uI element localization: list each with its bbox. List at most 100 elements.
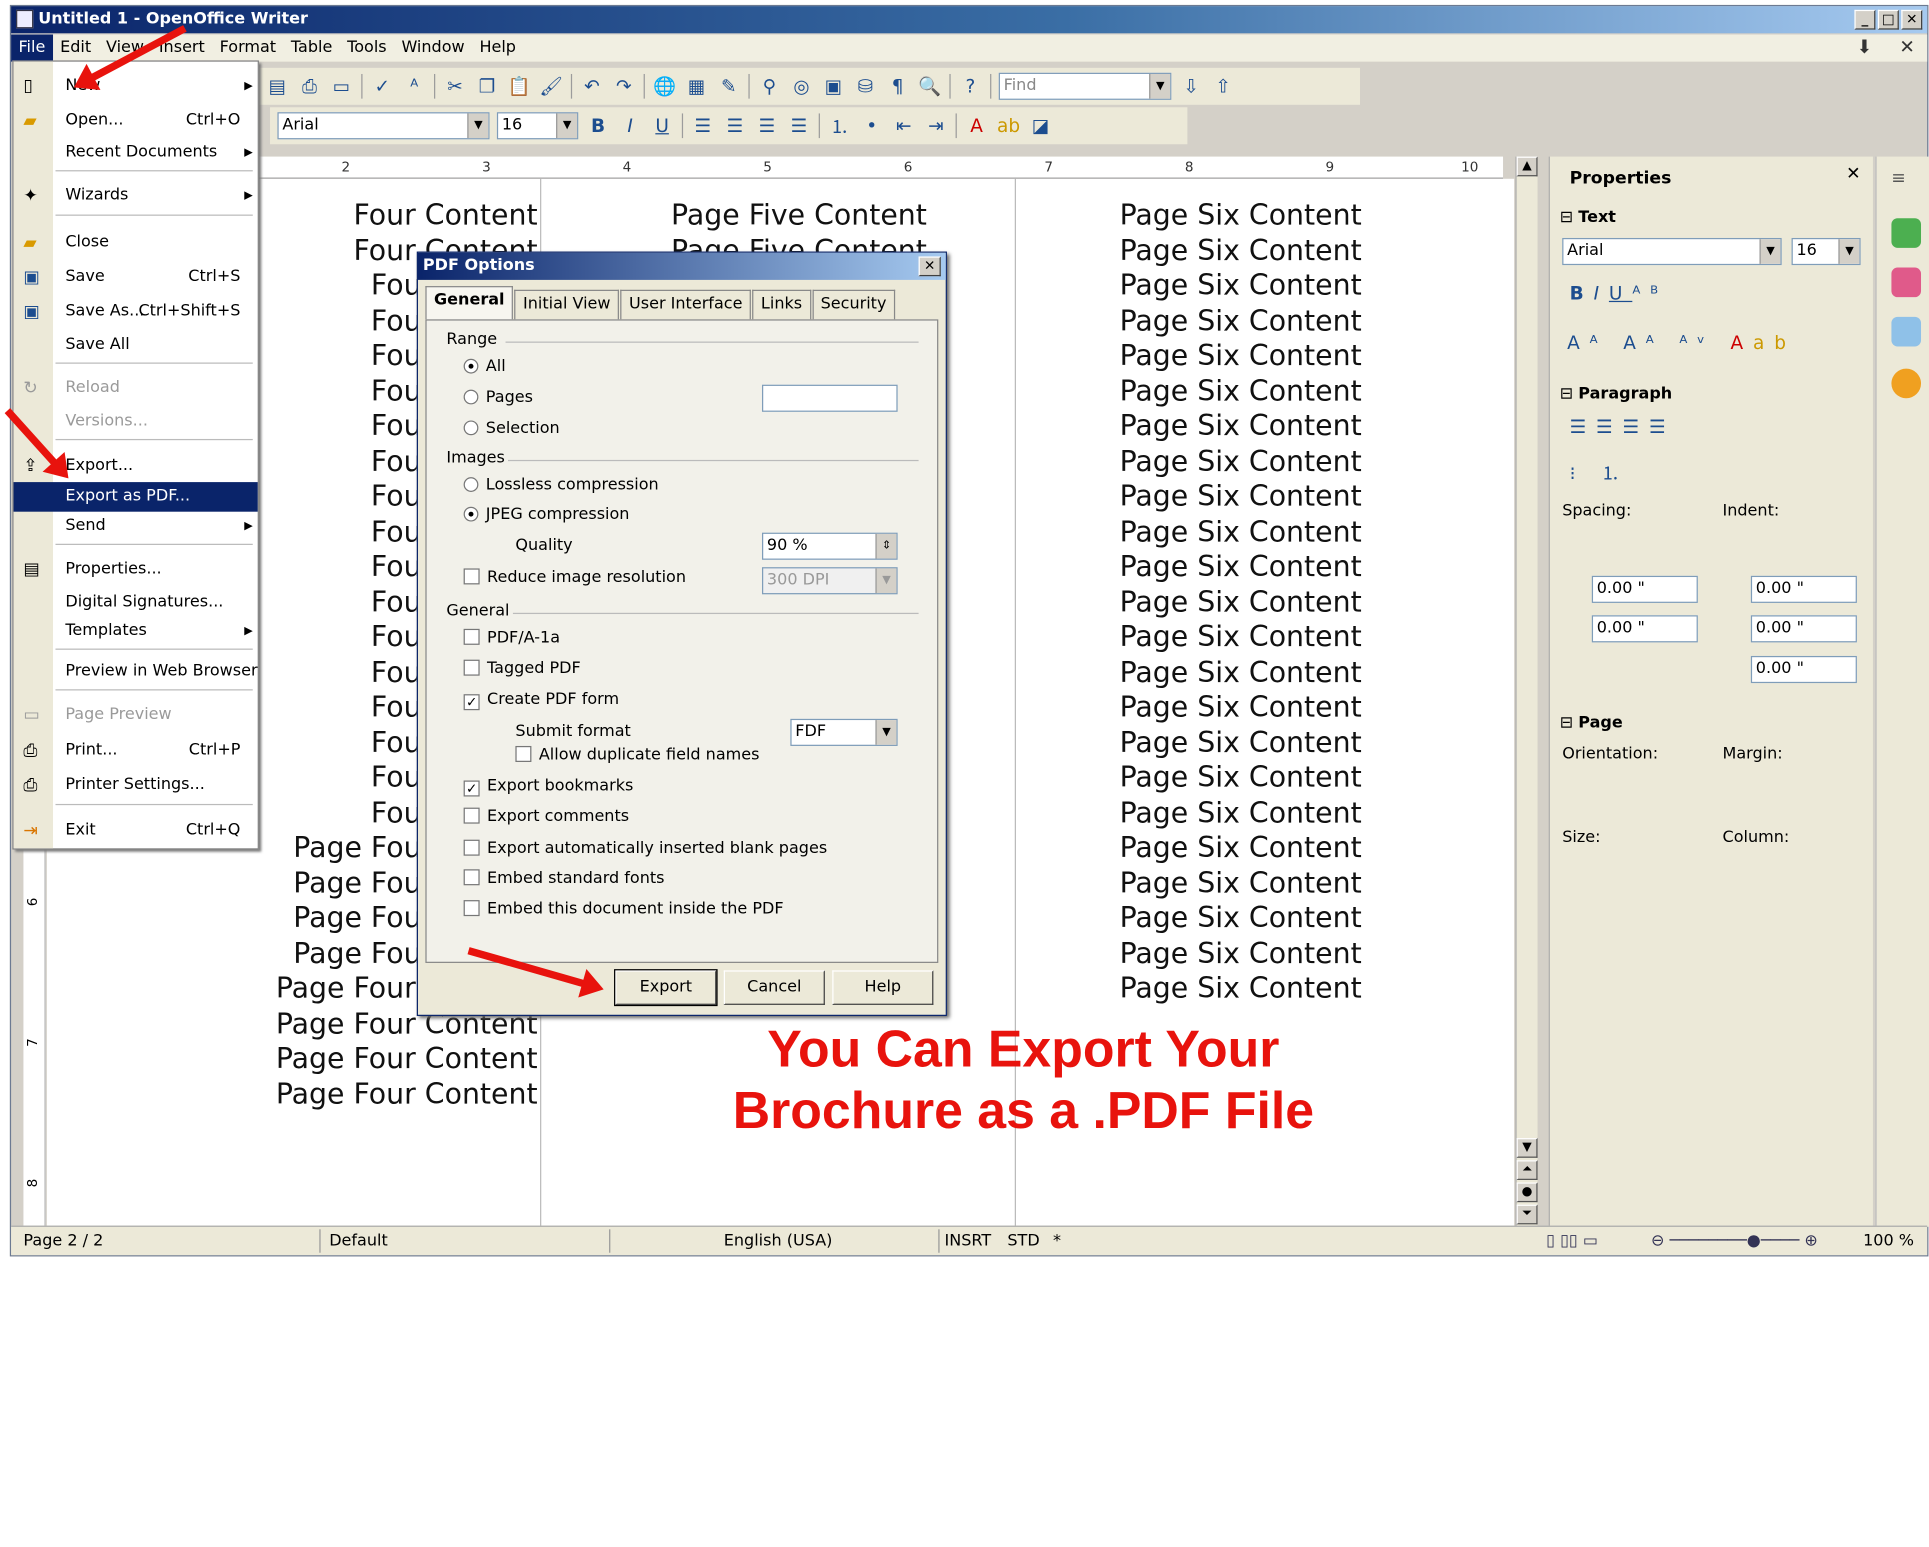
align-center-icon[interactable]: ☰ bbox=[723, 113, 748, 138]
previous-page-icon[interactable]: ⏶ bbox=[1516, 1160, 1538, 1180]
tab-user-interface[interactable]: User Interface bbox=[620, 289, 752, 320]
cancel-button[interactable]: Cancel bbox=[723, 970, 825, 1005]
gallery-deck-icon[interactable] bbox=[1891, 316, 1922, 347]
hyperlink-icon[interactable]: 🌐 bbox=[652, 74, 677, 99]
help-button[interactable]: Help bbox=[832, 970, 934, 1005]
pdfa-checkbox[interactable]: PDF/A-1a bbox=[463, 628, 560, 647]
embed-document-checkbox[interactable]: Embed this document inside the PDF bbox=[463, 900, 784, 919]
submit-format-select[interactable]: FDF ▼ bbox=[790, 718, 898, 746]
zoom-icon[interactable]: 🔍 bbox=[917, 74, 942, 99]
text-style-icons[interactable]: BIUᴬᴮ bbox=[1570, 282, 1668, 304]
menu-item-new[interactable]: ▯New▶ bbox=[14, 72, 258, 102]
underline-icon[interactable]: U bbox=[650, 113, 675, 138]
zoom-slider[interactable]: ⊖ ────────●──── ⊕ bbox=[1651, 1232, 1818, 1250]
pages-input[interactable] bbox=[761, 384, 898, 412]
minimize-button[interactable]: _ bbox=[1854, 9, 1876, 30]
decrease-indent-icon[interactable]: ⇤ bbox=[891, 113, 916, 138]
properties-deck-icon[interactable] bbox=[1891, 218, 1922, 248]
background-color-icon[interactable]: ◪ bbox=[1028, 113, 1053, 138]
range-all-radio[interactable]: All bbox=[463, 358, 506, 376]
print-icon[interactable]: ⎙ bbox=[297, 74, 322, 99]
deck-menu-icon[interactable]: ≡ bbox=[1891, 169, 1921, 199]
update-icon[interactable]: ⬇ bbox=[1857, 36, 1873, 58]
menu-edit[interactable]: Edit bbox=[53, 35, 99, 62]
paragraph-panel-header[interactable]: Paragraph bbox=[1560, 385, 1672, 403]
menu-item-save[interactable]: ▣ Save Ctrl+S bbox=[14, 263, 258, 293]
numbering-icon[interactable]: ⒈ bbox=[827, 113, 852, 138]
table-icon[interactable]: ▦ bbox=[684, 74, 709, 99]
export-comments-checkbox[interactable]: Export comments bbox=[463, 807, 629, 826]
menu-item-digital-signatures[interactable]: Digital Signatures... bbox=[14, 588, 258, 618]
undo-icon[interactable]: ↶ bbox=[580, 74, 605, 99]
export-bookmarks-checkbox[interactable]: ✓ Export bookmarks bbox=[463, 777, 633, 797]
horizontal-ruler[interactable]: 2 3 4 5 6 7 8 9 10 bbox=[257, 156, 1504, 179]
align-left-icon[interactable]: ☰ bbox=[690, 113, 715, 138]
highlight-icon[interactable]: ab bbox=[996, 113, 1021, 138]
status-zoom[interactable]: 100 % bbox=[1863, 1232, 1914, 1250]
tagged-pdf-checkbox[interactable]: Tagged PDF bbox=[463, 659, 581, 678]
navigator-icon[interactable]: ◎ bbox=[789, 74, 814, 99]
vertical-scrollbar[interactable]: ▲ ▼ ⏶ ● ⏷ bbox=[1515, 156, 1538, 1230]
indent-before-field[interactable]: 0.00 " bbox=[1750, 575, 1857, 603]
menu-item-templates[interactable]: Templates ▶ bbox=[14, 617, 258, 647]
data-sources-icon[interactable]: ⛁ bbox=[853, 74, 878, 99]
export-blank-pages-checkbox[interactable]: Export automatically inserted blank page… bbox=[463, 839, 827, 858]
menu-item-export-pdf[interactable]: Export as PDF... bbox=[13, 482, 258, 512]
autospell-icon[interactable]: ᴬ bbox=[402, 74, 427, 99]
indent-first-line-field[interactable]: 0.00 " bbox=[1750, 655, 1857, 684]
menu-window[interactable]: Window bbox=[394, 35, 472, 62]
create-pdf-form-checkbox[interactable]: ✓ Create PDF form bbox=[463, 690, 619, 711]
menu-format[interactable]: Format bbox=[212, 35, 283, 62]
scroll-down-icon[interactable]: ▼ bbox=[1516, 1138, 1538, 1158]
menu-item-exit[interactable]: ⇥ Exit Ctrl+Q bbox=[14, 816, 258, 846]
lossless-compression-radio[interactable]: Lossless compression bbox=[463, 476, 659, 494]
styles-deck-icon[interactable] bbox=[1891, 267, 1922, 298]
range-pages-radio[interactable]: Pages bbox=[463, 388, 533, 407]
draw-icon[interactable]: ✎ bbox=[716, 74, 741, 99]
reduce-resolution-checkbox[interactable]: Reduce image resolution bbox=[463, 568, 686, 587]
paragraph-align-icons[interactable]: ☰☰☰☰ bbox=[1570, 416, 1676, 438]
tab-security[interactable]: Security bbox=[811, 289, 896, 320]
navigation-icon[interactable]: ● bbox=[1516, 1182, 1538, 1203]
paste-icon[interactable]: 📋 bbox=[507, 74, 532, 99]
redo-icon[interactable]: ↷ bbox=[612, 74, 637, 99]
help-icon[interactable]: ? bbox=[958, 74, 983, 99]
tab-initial-view[interactable]: Initial View bbox=[514, 289, 620, 320]
menu-item-open[interactable]: ▰ Open... Ctrl+O bbox=[14, 106, 258, 136]
sidebar-font-size[interactable]: 16 ▼ bbox=[1791, 237, 1861, 266]
increase-indent-icon[interactable]: ⇥ bbox=[924, 113, 949, 138]
status-page-style[interactable]: Default bbox=[329, 1232, 388, 1250]
quality-spinner[interactable]: 90 % ⇕ bbox=[761, 532, 898, 560]
status-insert-mode[interactable]: INSRT bbox=[944, 1232, 991, 1250]
indent-after-field[interactable]: 0.00 " bbox=[1750, 615, 1857, 643]
menu-item-send[interactable]: Send ▶ bbox=[14, 512, 258, 542]
cut-icon[interactable]: ✂ bbox=[443, 74, 468, 99]
bullets-icon[interactable]: • bbox=[859, 113, 884, 138]
menu-item-properties[interactable]: ▤ Properties... bbox=[14, 555, 258, 585]
menu-help[interactable]: Help bbox=[472, 35, 523, 62]
status-selection-mode[interactable]: STD bbox=[1007, 1232, 1039, 1250]
find-input[interactable]: Find ▼ bbox=[998, 72, 1172, 100]
menu-item-print[interactable]: ⎙ Print... Ctrl+P bbox=[14, 736, 258, 766]
menu-item-close[interactable]: ▰ Close bbox=[14, 228, 258, 258]
menu-item-wizards[interactable]: ✦ Wizards ▶ bbox=[14, 181, 258, 211]
spacing-below-field[interactable]: 0.00 " bbox=[1591, 615, 1698, 643]
sidebar-font-name[interactable]: Arial ▼ bbox=[1562, 237, 1782, 266]
italic-icon[interactable]: I bbox=[618, 113, 643, 138]
dialog-close-button[interactable]: ✕ bbox=[918, 256, 941, 277]
font-name-combo[interactable]: Arial ▼ bbox=[277, 112, 490, 140]
justify-icon[interactable]: ☰ bbox=[787, 113, 812, 138]
scroll-up-icon[interactable]: ▲ bbox=[1516, 156, 1538, 177]
menu-tools[interactable]: Tools bbox=[340, 35, 394, 62]
sidebar-close-icon[interactable]: ✕ bbox=[1846, 164, 1860, 184]
text-size-icons[interactable]: Aᴬ Aᴬ ᴬᵛ Aab bbox=[1567, 332, 1796, 354]
font-color-icon[interactable]: A bbox=[964, 113, 989, 138]
tab-general[interactable]: General bbox=[425, 286, 514, 320]
gallery-icon[interactable]: ▣ bbox=[821, 74, 846, 99]
maximize-button[interactable]: □ bbox=[1877, 9, 1899, 30]
menu-item-save-as[interactable]: ▣ Save As... Ctrl+Shift+S bbox=[14, 297, 258, 327]
menu-item-preview-web[interactable]: Preview in Web Browser bbox=[14, 657, 258, 687]
find-previous-icon[interactable]: ⇧ bbox=[1211, 74, 1236, 99]
align-right-icon[interactable]: ☰ bbox=[755, 113, 780, 138]
menu-table[interactable]: Table bbox=[283, 35, 339, 62]
